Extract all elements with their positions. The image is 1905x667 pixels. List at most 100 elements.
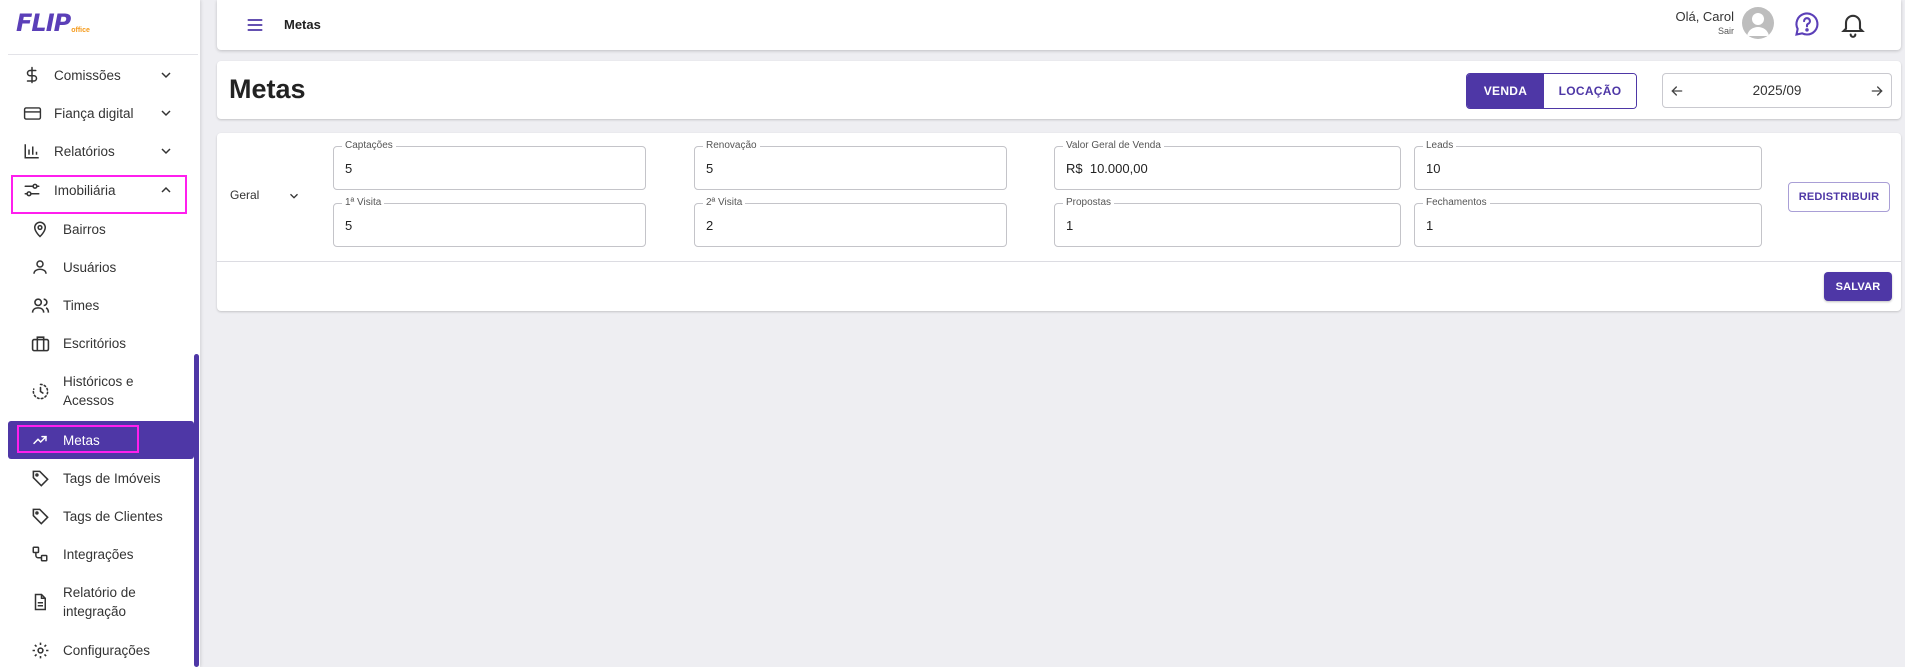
sidebar: FLIP office Comissões Fiança digital Rel…: [0, 0, 200, 667]
field-label: 2ª Visita: [703, 197, 746, 209]
briefcase-icon: [30, 333, 50, 353]
period-picker: 2025/09: [1662, 73, 1892, 108]
sidebar-group-imobiliaria[interactable]: Imobiliária: [8, 171, 186, 209]
field-value: 2: [706, 218, 714, 233]
field-value: 5: [345, 218, 353, 233]
sidebar-item-tags-imoveis[interactable]: Tags de Imóveis: [8, 459, 194, 497]
sidebar-item-label: Metas: [63, 432, 100, 448]
help-icon[interactable]: [1793, 10, 1821, 38]
title-card: Metas VENDA LOCAÇÃO 2025/09: [217, 61, 1901, 119]
field-primeira-visita[interactable]: 1ª Visita 5: [333, 197, 646, 247]
integration-icon: [30, 544, 50, 564]
avatar[interactable]: [1742, 7, 1774, 39]
field-label: Propostas: [1063, 197, 1115, 209]
divider: [217, 261, 1901, 262]
user-icon: [30, 257, 50, 277]
field-valor-geral-venda[interactable]: Valor Geral de Venda R$ 10.000,00: [1054, 140, 1401, 190]
venda-locacao-toggle: VENDA LOCAÇÃO: [1466, 73, 1637, 109]
field-fechamentos[interactable]: Fechamentos 1: [1414, 197, 1762, 247]
sidebar-group-label: Comissões: [54, 67, 121, 83]
user-avatar-icon: [1747, 13, 1769, 36]
sliders-icon: [22, 180, 42, 200]
sidebar-item-label: Usuários: [63, 259, 117, 275]
toggle-venda[interactable]: VENDA: [1467, 74, 1544, 108]
sidebar-group-label: Fiança digital: [54, 105, 134, 121]
sidebar-scrollbar[interactable]: [194, 354, 199, 667]
user-greeting: Olá, Carol Sair: [1675, 9, 1734, 36]
bar-chart-icon: [22, 141, 42, 161]
sidebar-item-usuarios[interactable]: Usuários: [8, 248, 194, 286]
chevron-up-icon: [161, 186, 171, 193]
field-value: 1: [1066, 218, 1074, 233]
sidebar-item-label: Históricos e Acessos: [63, 374, 134, 408]
trending-up-icon: [30, 430, 50, 450]
tag-icon: [30, 506, 50, 526]
field-label: Renovação: [703, 140, 760, 152]
scope-select[interactable]: Geral: [230, 188, 259, 202]
sidebar-item-label: Relatório de integração: [63, 585, 136, 619]
sidebar-item-escritorios[interactable]: Escritórios: [8, 324, 194, 362]
field-value: R$ 10.000,00: [1066, 161, 1148, 176]
field-segunda-visita[interactable]: 2ª Visita 2: [694, 197, 1007, 247]
sidebar-group-relatorios[interactable]: Relatórios: [8, 132, 186, 170]
divider: [8, 54, 198, 55]
page-title: Metas: [229, 74, 306, 104]
sidebar-item-label: Tags de Clientes: [63, 508, 163, 524]
field-value: 5: [345, 161, 353, 176]
field-label: Leads: [1423, 140, 1457, 152]
field-propostas[interactable]: Propostas 1: [1054, 197, 1401, 247]
sidebar-item-historicos[interactable]: Históricos e Acessos: [8, 362, 194, 420]
field-value: 5: [706, 161, 714, 176]
history-icon: [30, 381, 50, 401]
flip-logo[interactable]: FLIP office: [16, 10, 90, 38]
sidebar-item-integracoes[interactable]: Integrações: [8, 535, 194, 573]
redistribute-button[interactable]: REDISTRIBUIR: [1788, 182, 1890, 212]
sidebar-item-bairros[interactable]: Bairros: [8, 210, 194, 248]
logo-text: FLIP: [16, 9, 71, 37]
sidebar-group-comissoes[interactable]: Comissões: [8, 56, 186, 94]
sidebar-group-fianca[interactable]: Fiança digital: [8, 94, 186, 132]
credit-card-icon: [22, 103, 42, 123]
arrow-right-icon[interactable]: [1869, 83, 1885, 99]
page-breadcrumb: Metas: [284, 17, 321, 32]
sidebar-item-metas[interactable]: Metas: [8, 421, 194, 459]
field-leads[interactable]: Leads 10: [1414, 140, 1762, 190]
chevron-down-icon: [161, 72, 171, 79]
hamburger-menu-icon[interactable]: [245, 15, 265, 35]
sidebar-item-tags-clientes[interactable]: Tags de Clientes: [8, 497, 194, 535]
sidebar-item-label: Escritórios: [63, 335, 127, 351]
field-label: Captações: [342, 140, 396, 152]
bell-icon[interactable]: [1839, 10, 1867, 38]
toggle-locacao[interactable]: LOCAÇÃO: [1544, 74, 1636, 108]
field-label: Valor Geral de Venda: [1063, 140, 1164, 152]
sidebar-item-label: Configurações: [63, 642, 151, 658]
field-label: Fechamentos: [1423, 197, 1490, 209]
topbar: Metas Olá, Carol Sair: [217, 0, 1901, 50]
sidebar-item-relatorio-integracao[interactable]: Relatório de integração: [8, 573, 194, 631]
field-renovacao[interactable]: Renovação 5: [694, 140, 1007, 190]
sidebar-item-label: Times: [63, 297, 100, 313]
chevron-down-icon: [161, 110, 171, 117]
logo-subtext: office: [71, 27, 90, 34]
map-pin-icon: [30, 219, 50, 239]
sidebar-group-label: Imobiliária: [54, 182, 116, 198]
sidebar-item-configuracoes[interactable]: Configurações: [8, 632, 194, 667]
greeting-text: Olá, Carol: [1675, 9, 1734, 24]
tag-icon: [30, 468, 50, 488]
save-button[interactable]: SALVAR: [1824, 272, 1892, 301]
goals-form-card: Geral Captações 5 Renovação 5 Valor Gera…: [217, 133, 1901, 311]
chevron-down-icon: [161, 148, 171, 155]
sidebar-group-label: Relatórios: [54, 143, 115, 159]
dollar-icon: [22, 65, 42, 85]
users-icon: [30, 295, 50, 315]
chevron-down-icon[interactable]: [287, 189, 301, 203]
field-value: 10: [1426, 161, 1441, 176]
period-value[interactable]: 2025/09: [1663, 83, 1891, 98]
gear-icon: [30, 640, 50, 660]
field-captacoes[interactable]: Captações 5: [333, 140, 646, 190]
sidebar-item-times[interactable]: Times: [8, 286, 194, 324]
logout-link[interactable]: Sair: [1675, 26, 1734, 36]
field-value: 1: [1426, 218, 1434, 233]
sidebar-item-label: Tags de Imóveis: [63, 470, 161, 486]
sidebar-item-label: Integrações: [63, 546, 134, 562]
